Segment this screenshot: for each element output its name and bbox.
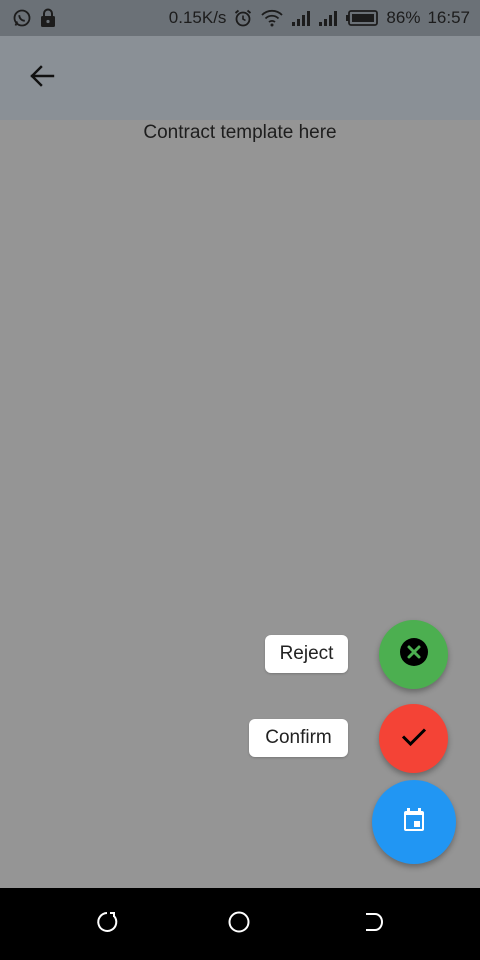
clock: 16:57 [427, 8, 470, 27]
arrow-left-icon [28, 62, 56, 95]
recent-apps-icon [95, 910, 119, 939]
lock-icon [39, 8, 57, 28]
reject-button[interactable] [379, 620, 448, 689]
net-speed: 0.15K/s [168, 8, 227, 27]
confirm-label[interactable]: Confirm [249, 719, 348, 757]
close-circle-icon [399, 637, 429, 672]
recent-apps-button[interactable] [93, 910, 121, 938]
signal-icon [318, 10, 338, 26]
status-bar: 0.15K/s 86% 16:57 [0, 0, 480, 36]
home-icon [227, 910, 251, 939]
whatsapp-icon [12, 8, 32, 28]
nav-back-button[interactable] [359, 910, 387, 938]
home-button[interactable] [225, 910, 253, 938]
reject-label[interactable]: Reject [265, 635, 348, 673]
battery-icon [345, 9, 379, 27]
navigation-bar [0, 888, 480, 960]
back-icon [361, 910, 385, 939]
calendar-button[interactable] [372, 780, 456, 864]
status-bar-left [12, 8, 57, 28]
contract-template-text: Contract template here [143, 122, 337, 143]
calendar-icon [400, 806, 428, 839]
app-bar [0, 36, 480, 120]
screen: 0.15K/s 86% 16:57 Contract template here… [0, 0, 480, 960]
battery-percent: 86% [386, 8, 421, 27]
alarm-icon [233, 8, 253, 28]
check-icon [399, 721, 429, 756]
back-button[interactable] [18, 54, 66, 102]
status-bar-right: 0.15K/s 86% 16:57 [169, 8, 470, 28]
wifi-icon [260, 9, 284, 27]
signal-icon [291, 10, 311, 26]
confirm-button[interactable] [379, 704, 448, 773]
